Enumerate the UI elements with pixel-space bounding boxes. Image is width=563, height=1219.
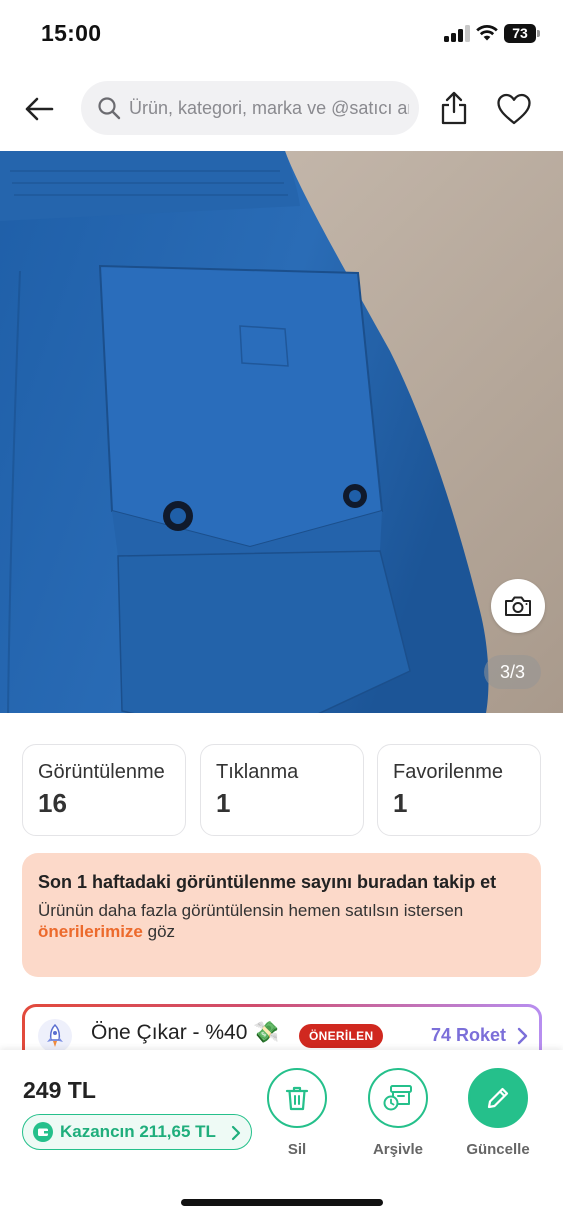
- stat-card-views: Görüntülenme 16: [22, 744, 186, 836]
- battery-level: 73: [504, 24, 536, 43]
- wifi-icon: [476, 24, 498, 41]
- delete-button[interactable]: Sil: [257, 1068, 337, 1158]
- archive-circle[interactable]: [368, 1068, 428, 1128]
- rocket-icon: [38, 1019, 72, 1053]
- home-indicator[interactable]: [181, 1199, 383, 1206]
- stat-value: 1: [393, 788, 408, 818]
- promote-title: Öne Çıkar - %40 💸: [91, 1021, 280, 1044]
- earnings-button[interactable]: Kazancın 211,65 TL: [22, 1114, 252, 1150]
- tip-body-suffix: göz: [147, 922, 176, 941]
- heart-icon: [497, 93, 531, 125]
- camera-button[interactable]: [491, 579, 545, 633]
- stat-label: Tıklanma: [216, 761, 299, 783]
- top-bar: [0, 78, 563, 140]
- tip-banner: Son 1 haftadaki görüntülenme sayını bura…: [22, 853, 541, 977]
- update-circle[interactable]: [468, 1068, 528, 1128]
- stat-value: 16: [38, 788, 67, 818]
- price-label: 249 TL: [23, 1077, 96, 1103]
- stat-value: 1: [216, 788, 231, 818]
- back-arrow-icon: [25, 97, 54, 121]
- stat-card-clicks: Tıklanma 1: [200, 744, 364, 836]
- camera-icon: [505, 596, 531, 616]
- update-button[interactable]: Güncelle: [458, 1068, 538, 1158]
- archive-label: Arşivle: [372, 1141, 424, 1158]
- tip-title: Son 1 haftadaki görüntülenme sayını bura…: [38, 872, 497, 892]
- stat-label: Favorilenme: [393, 761, 504, 783]
- share-button[interactable]: [435, 88, 473, 128]
- cellular-signal-icon: [444, 25, 470, 42]
- archive-button[interactable]: Arşivle: [358, 1068, 438, 1158]
- archive-icon: [383, 1085, 412, 1111]
- status-time: 15:00: [41, 20, 102, 46]
- product-photo[interactable]: [0, 151, 563, 713]
- product-image: [0, 151, 563, 713]
- battery-icon: 73: [504, 24, 540, 43]
- stat-card-favorites: Favorilenme 1: [377, 744, 541, 836]
- delete-circle[interactable]: [267, 1068, 327, 1128]
- update-label: Güncelle: [466, 1141, 530, 1158]
- tip-body-prefix: Ürünün daha fazla görüntülensin hemen sa…: [38, 901, 464, 920]
- search-bar[interactable]: [81, 81, 419, 135]
- favorite-button[interactable]: [494, 90, 534, 128]
- bottom-action-bar: 249 TL Kazancın 211,65 TL Sil Arşivle Gü…: [0, 1050, 563, 1219]
- earnings-label: Kazancın 211,65 TL: [60, 1122, 216, 1141]
- wallet-icon: [33, 1122, 53, 1142]
- back-button[interactable]: [20, 90, 58, 128]
- share-icon: [441, 91, 467, 125]
- chevron-right-icon: [517, 1027, 528, 1045]
- delete-label: Sil: [287, 1141, 307, 1158]
- status-bar: 15:00 73: [0, 0, 563, 66]
- recommendations-link[interactable]: önerilerimize: [38, 922, 143, 941]
- pencil-icon: [487, 1087, 509, 1109]
- stat-label: Görüntülenme: [38, 761, 165, 783]
- search-icon: [98, 97, 121, 120]
- tip-body: Ürünün daha fazla görüntülensin hemen sa…: [38, 900, 525, 942]
- rocket-price: 74 Roket: [431, 1025, 507, 1045]
- image-counter: 3/3: [484, 655, 541, 689]
- recommended-badge: ÖNERİLEN: [299, 1024, 384, 1048]
- chevron-right-icon: [231, 1125, 241, 1141]
- trash-icon: [285, 1086, 309, 1111]
- search-input[interactable]: [129, 97, 409, 119]
